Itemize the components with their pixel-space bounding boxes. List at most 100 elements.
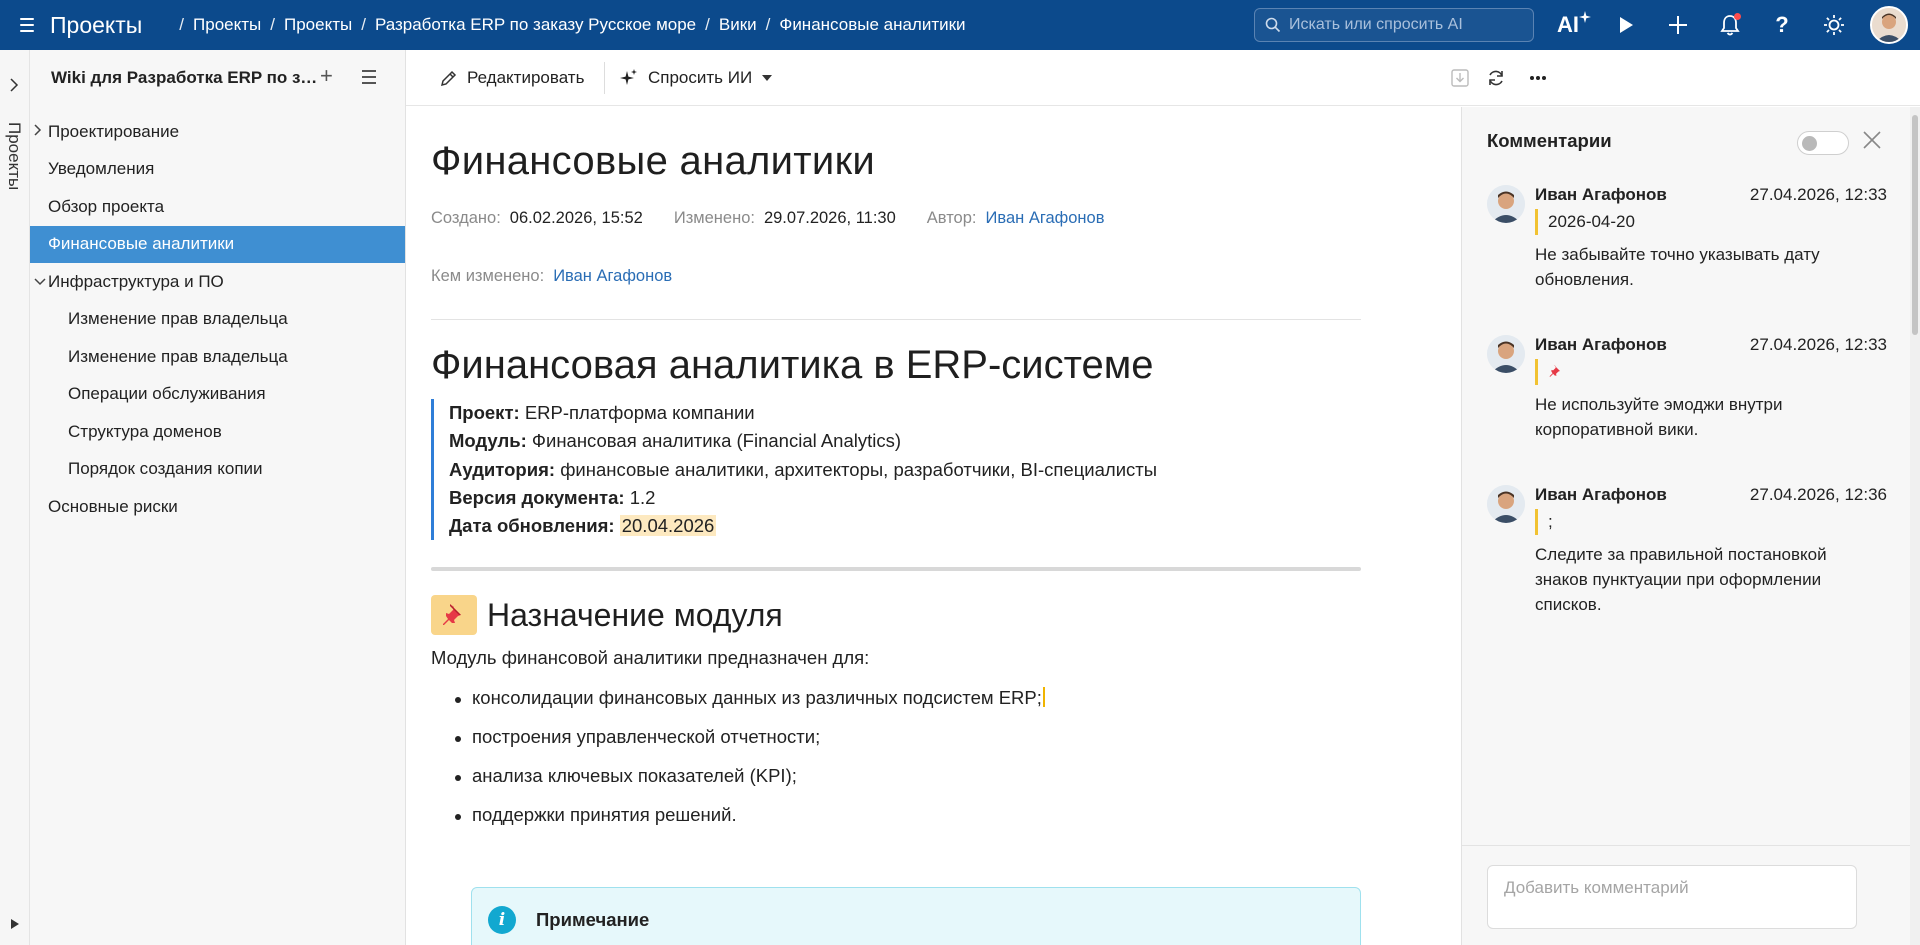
heading-1: Финансовая аналитика в ERP-системе bbox=[431, 343, 1154, 387]
help-icon[interactable]: ? bbox=[1756, 0, 1808, 50]
add-page-icon[interactable]: + bbox=[320, 65, 333, 87]
page-title: Финансовые аналитики bbox=[431, 139, 876, 183]
comment-author[interactable]: Иван Агафонов bbox=[1535, 185, 1667, 205]
hamburger-icon[interactable] bbox=[20, 18, 42, 32]
breadcrumb-item[interactable]: Вики bbox=[719, 15, 757, 35]
sidebar-item-label: Порядок создания копии bbox=[68, 459, 263, 479]
rail-bottom-arrow-icon[interactable] bbox=[10, 918, 20, 933]
resolved-toggle[interactable] bbox=[1797, 131, 1849, 155]
ai-sparkle-icon[interactable]: AI bbox=[1548, 0, 1600, 50]
breadcrumb-item[interactable]: Проекты bbox=[193, 15, 261, 35]
sidebar-item-label: Основные риски bbox=[48, 496, 178, 516]
comment-author[interactable]: Иван Агафонов bbox=[1535, 485, 1667, 505]
comment-anchor-mark bbox=[1042, 687, 1045, 707]
info-block: Проект: ERP-платформа компании Модуль: Ф… bbox=[431, 399, 1157, 541]
sun-icon[interactable] bbox=[1808, 0, 1860, 50]
expand-rail-icon[interactable] bbox=[9, 78, 19, 95]
sidebar-item[interactable]: Операции обслуживания bbox=[30, 376, 405, 414]
page-toolbar: Редактировать Спросить ИИ bbox=[406, 50, 1920, 106]
comment-date: 27.04.2026, 12:36 bbox=[1749, 485, 1887, 504]
sidebar-item[interactable]: Инфраструктура и ПО bbox=[30, 263, 405, 301]
search-icon bbox=[1265, 17, 1281, 33]
comment-input[interactable] bbox=[1488, 866, 1856, 928]
wiki-title: Wiki для Разработка ERP по заказу Русско… bbox=[51, 68, 319, 87]
info-row-version: Версия документа: 1.2 bbox=[449, 486, 656, 508]
sidebar-item-label: Изменение прав владельца bbox=[68, 309, 288, 329]
list-item: анализа ключевых показателей (KPI); bbox=[455, 765, 1045, 804]
top-actions: AI ? bbox=[1548, 0, 1860, 50]
highlighted-date[interactable]: 20.04.2026 bbox=[619, 515, 717, 537]
comment-input-box[interactable] bbox=[1487, 865, 1857, 929]
note-callout: i Примечание bbox=[471, 887, 1361, 945]
close-icon[interactable] bbox=[1863, 127, 1881, 153]
user-avatar[interactable] bbox=[1870, 6, 1908, 44]
comment-text: Не забывайте точно указывать дату обновл… bbox=[1535, 245, 1820, 289]
comment-author[interactable]: Иван Агафонов bbox=[1535, 335, 1667, 355]
pencil-icon bbox=[440, 70, 457, 86]
pushpin-icon[interactable] bbox=[431, 595, 477, 635]
plus-icon[interactable] bbox=[1652, 0, 1704, 50]
refresh-icon[interactable] bbox=[1484, 66, 1508, 90]
comments-title: Комментарии bbox=[1487, 130, 1612, 151]
search-input[interactable] bbox=[1289, 16, 1519, 34]
search-box[interactable] bbox=[1254, 8, 1534, 42]
avatar bbox=[1487, 485, 1525, 523]
edit-button[interactable]: Редактировать bbox=[440, 50, 584, 106]
intro-text: Модуль финансовой аналитики предназначен… bbox=[431, 647, 870, 668]
modified-date: 29.07.2026, 11:30 bbox=[763, 209, 896, 227]
breadcrumb-current[interactable]: Финансовые аналитики bbox=[779, 15, 965, 35]
page-content: Финансовые аналитики Создано: 06.02.2026… bbox=[407, 107, 1460, 945]
sidebar-item[interactable]: Проектирование bbox=[30, 113, 405, 151]
comments-panel: Комментарии Иван Агафонов 27.04.2026, 12… bbox=[1461, 107, 1911, 945]
wiki-menu-icon[interactable] bbox=[362, 70, 376, 84]
author-link[interactable]: Иван Агафонов bbox=[986, 209, 1105, 228]
chevron-down-icon[interactable] bbox=[34, 274, 46, 289]
wiki-tree: Проектирование Уведомления Обзор проекта Фи… bbox=[30, 113, 405, 526]
scrollbar-thumb[interactable] bbox=[1912, 115, 1918, 335]
ask-ai-button[interactable]: Спросить ИИ bbox=[620, 50, 773, 106]
chevron-right-icon[interactable] bbox=[34, 124, 42, 139]
comment-date: 27.04.2026, 12:33 bbox=[1749, 185, 1887, 204]
heading-2: Назначение модуля bbox=[431, 595, 783, 635]
sidebar-item[interactable]: Обзор проекта bbox=[30, 188, 405, 226]
breadcrumb-item[interactable]: Проекты bbox=[284, 15, 352, 35]
breadcrumb-item[interactable]: Разработка ERP по заказу Русское море bbox=[375, 15, 696, 35]
scrollbar[interactable] bbox=[1910, 107, 1920, 945]
modified-by-link[interactable]: Иван Агафонов bbox=[553, 267, 672, 286]
comment-quote: 2026-04-20 bbox=[1535, 209, 1635, 235]
play-icon[interactable] bbox=[1600, 0, 1652, 50]
rail-projects-label[interactable]: Проекты bbox=[4, 122, 24, 190]
wiki-sidebar: Wiki для Разработка ERP по заказу Русско… bbox=[30, 50, 406, 945]
sidebar-item[interactable]: Порядок создания копии bbox=[30, 451, 405, 489]
list-item: поддержки принятия решений. bbox=[455, 804, 1045, 843]
bell-icon[interactable] bbox=[1704, 0, 1756, 50]
comment-date: 27.04.2026, 12:33 bbox=[1749, 335, 1887, 354]
sidebar-item[interactable]: Изменение прав владельца bbox=[30, 338, 405, 376]
export-icon[interactable] bbox=[1448, 66, 1472, 90]
sparkle-icon bbox=[620, 69, 637, 85]
info-icon: i bbox=[488, 906, 516, 934]
top-bar: Проекты / Проекты / Проекты / Разработка… bbox=[0, 0, 1920, 50]
sidebar-item[interactable]: Структура доменов bbox=[30, 413, 405, 451]
thick-divider bbox=[431, 567, 1361, 571]
list-item: построения управленческой отчетности; bbox=[455, 726, 1045, 765]
info-row-module: Модуль: Финансовая аналитика (Financial … bbox=[449, 430, 902, 452]
sidebar-item-label: Обзор проекта bbox=[48, 196, 165, 216]
sidebar-item[interactable]: Изменение прав владельца bbox=[30, 301, 405, 339]
sidebar-item[interactable]: Основные риски bbox=[30, 488, 405, 526]
wiki-header: Wiki для Разработка ERP по заказу Русско… bbox=[30, 50, 405, 106]
modified-by-row: Кем изменено: Иван Агафонов bbox=[431, 267, 673, 286]
sidebar-item-label: Проектирование bbox=[48, 121, 180, 141]
app-title[interactable]: Проекты bbox=[50, 12, 142, 39]
info-row-updated: Дата обновления: 20.04.2026 bbox=[449, 515, 717, 537]
sidebar-item-label: Операции обслуживания bbox=[68, 384, 266, 404]
note-title: Примечание bbox=[536, 909, 650, 930]
sidebar-item-label: Уведомления bbox=[48, 159, 155, 179]
page-meta: Создано: 06.02.2026, 15:52 Изменено: 29.… bbox=[431, 209, 1105, 228]
sidebar-item[interactable]: Финансовые аналитики bbox=[30, 225, 405, 263]
list-item: консолидации финансовых данных из различ… bbox=[455, 687, 1045, 726]
sidebar-item[interactable]: Уведомления bbox=[30, 151, 405, 189]
more-options-icon[interactable] bbox=[1526, 66, 1550, 90]
created-date: 06.02.2026, 15:52 bbox=[509, 209, 643, 227]
sidebar-item-label: Структура доменов bbox=[68, 421, 222, 441]
